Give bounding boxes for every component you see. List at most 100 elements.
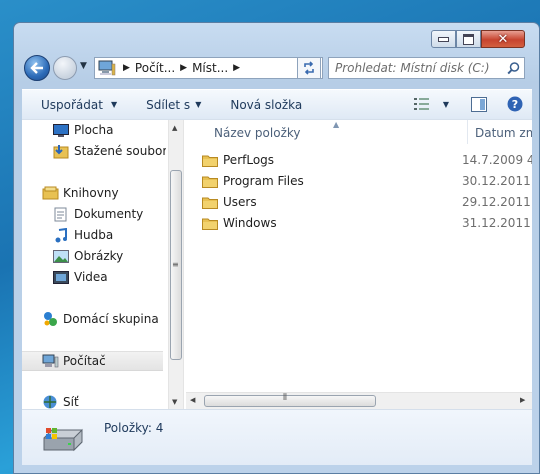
new-folder-label: Nová složka <box>230 97 303 112</box>
drive-icon <box>43 428 83 452</box>
forward-button[interactable] <box>53 56 77 80</box>
breadcrumb-chevron-icon[interactable]: ▶ <box>123 63 130 73</box>
organize-label: Uspořádat <box>41 97 103 112</box>
svg-text:?: ? <box>512 98 518 111</box>
column-header-date[interactable]: Datum změ <box>475 126 532 140</box>
navigation-bar: ▼ ▶ Počít... ▶ Míst... ▶ ▼ <box>24 53 529 81</box>
details-pane: Položky: 4 <box>22 409 532 465</box>
network-icon <box>41 394 59 410</box>
homegroup-icon <box>41 311 59 327</box>
nav-label: Dokumenty <box>74 207 144 221</box>
share-button[interactable]: Sdílet s ▼ <box>146 98 201 112</box>
view-options-button[interactable]: ▼ <box>413 98 449 110</box>
toolbar-right: ▼ ? <box>413 90 532 118</box>
videos-icon <box>52 269 70 285</box>
nav-item-libraries[interactable]: Knihovny <box>41 183 119 203</box>
breadcrumb-chevron-icon[interactable]: ▶ <box>180 63 187 73</box>
navigation-pane: Plocha Stažené soubory Knihovny Dokument… <box>22 120 166 410</box>
nav-vertical-scrollbar[interactable]: ▲ ≡ ▼ <box>168 120 184 410</box>
content-area: Plocha Stažené soubory Knihovny Dokument… <box>22 119 532 410</box>
scroll-right-icon[interactable]: ▶ <box>520 396 525 404</box>
nav-item-computer[interactable]: Počítač <box>22 351 163 371</box>
refresh-icon <box>304 61 314 75</box>
column-divider[interactable] <box>467 120 468 144</box>
music-icon <box>52 227 70 243</box>
preview-pane-icon <box>471 96 487 112</box>
nav-item-documents[interactable]: Dokumenty <box>52 204 143 224</box>
close-button[interactable]: ✕ <box>481 30 525 48</box>
recent-pages-dropdown[interactable]: ▼ <box>80 61 87 71</box>
documents-icon <box>52 206 70 222</box>
share-label: Sdílet s <box>146 97 191 112</box>
nav-item-pictures[interactable]: Obrázky <box>52 246 123 266</box>
file-horizontal-scrollbar[interactable]: ◀ ⦀ ▶ <box>186 392 532 409</box>
explorer-window: ✕ ▼ ▶ Počít... ▶ Míst... ▶ ▼ <box>13 22 540 474</box>
nav-label: Stažené soubory <box>74 144 166 158</box>
file-row[interactable]: Users 29.12.2011 18 <box>184 192 532 213</box>
search-box[interactable] <box>328 57 525 79</box>
file-row[interactable]: PerfLogs 14.7.2009 4:3 <box>184 150 532 171</box>
caption-buttons: ✕ <box>431 30 525 48</box>
computer-icon <box>98 60 116 76</box>
breadcrumb-local-disk[interactable]: Míst... <box>192 61 228 75</box>
column-header-name[interactable]: Název položky <box>214 126 300 140</box>
back-arrow-icon <box>30 62 43 74</box>
file-date: 30.12.2011 16 <box>462 174 532 188</box>
scrollbar-thumb[interactable] <box>204 395 376 407</box>
file-list: ▲ Název položky Datum změ PerfLogs 14.7.… <box>184 120 532 410</box>
new-folder-button[interactable]: Nová složka <box>230 98 302 112</box>
minimize-button[interactable] <box>431 30 456 48</box>
nav-label: Síť <box>63 395 79 409</box>
refresh-button[interactable] <box>297 57 321 79</box>
chevron-down-icon: ▼ <box>195 100 202 109</box>
search-icon[interactable] <box>502 61 524 75</box>
file-name: Users <box>223 195 257 209</box>
nav-label: Počítač <box>63 354 106 368</box>
address-bar[interactable]: ▶ Počít... ▶ Míst... ▶ ▼ <box>94 57 323 79</box>
nav-item-homegroup[interactable]: Domácí skupina <box>41 309 159 329</box>
details-view-icon <box>413 98 429 110</box>
search-input[interactable] <box>329 60 502 76</box>
back-button[interactable] <box>24 55 50 81</box>
breadcrumb-computer[interactable]: Počít... <box>135 61 175 75</box>
help-button[interactable]: ? <box>507 96 523 112</box>
nav-item-network[interactable]: Síť <box>41 392 79 410</box>
nav-label: Plocha <box>74 123 114 137</box>
close-icon: ✕ <box>497 31 509 47</box>
computer-icon <box>41 353 59 369</box>
folder-icon <box>202 155 218 167</box>
organize-button[interactable]: Uspořádat ▼ <box>41 98 117 112</box>
breadcrumb-chevron-icon[interactable]: ▶ <box>233 63 240 73</box>
file-date: 31.12.2011 18 <box>462 216 532 230</box>
file-date: 29.12.2011 18 <box>462 195 532 209</box>
file-row[interactable]: Windows 31.12.2011 18 <box>184 213 532 234</box>
folder-icon <box>202 218 218 230</box>
column-headers: ▲ Název položky Datum změ <box>184 120 532 144</box>
file-row[interactable]: Program Files 30.12.2011 16 <box>184 171 532 192</box>
file-name: Windows <box>223 216 277 230</box>
folder-icon <box>202 176 218 188</box>
maximize-button[interactable] <box>456 30 481 48</box>
file-date: 14.7.2009 4:3 <box>462 153 532 167</box>
scroll-up-icon[interactable]: ▲ <box>172 124 177 132</box>
nav-item-videos[interactable]: Videa <box>52 267 108 287</box>
nav-label: Videa <box>74 270 108 284</box>
nav-item-music[interactable]: Hudba <box>52 225 113 245</box>
item-count: Položky: 4 <box>104 421 164 435</box>
libraries-icon <box>41 185 59 201</box>
help-icon: ? <box>507 96 523 112</box>
folder-icon <box>202 197 218 209</box>
scroll-down-icon[interactable]: ▼ <box>172 398 177 406</box>
sort-ascending-icon: ▲ <box>333 120 340 129</box>
preview-pane-button[interactable] <box>471 96 487 112</box>
nav-label: Knihovny <box>63 186 119 200</box>
command-bar: Uspořádat ▼ Sdílet s ▼ Nová složka ▼ ? <box>22 89 532 119</box>
nav-item-downloads[interactable]: Stažené soubory <box>52 141 166 161</box>
pictures-icon <box>52 248 70 264</box>
grip-icon: ⦀ <box>283 393 287 403</box>
nav-item-desktop[interactable]: Plocha <box>52 120 113 140</box>
scroll-left-icon[interactable]: ◀ <box>190 396 195 404</box>
nav-label: Hudba <box>74 228 114 242</box>
desktop-icon <box>52 122 70 138</box>
minimize-icon <box>438 36 449 42</box>
